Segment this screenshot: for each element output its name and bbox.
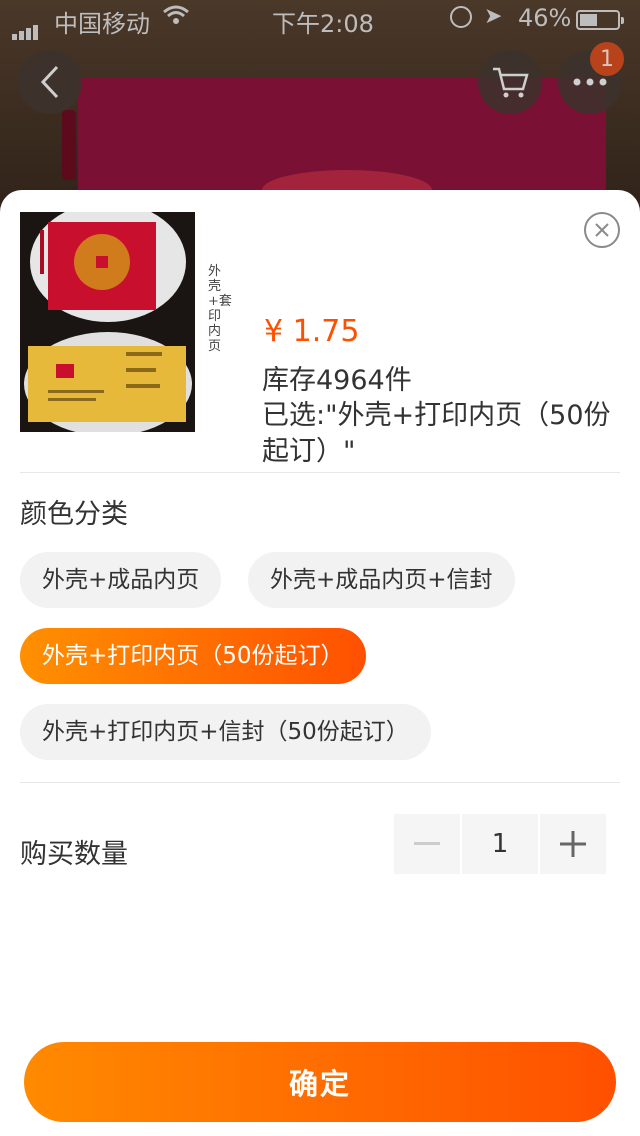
color-option-chip[interactable]: 外壳+打印内页+信封（50份起订） <box>20 704 431 760</box>
carrier-name: 中国移动 <box>54 10 150 38</box>
status-bar: 中国移动 下午2:08 ➤ 46% <box>0 0 640 40</box>
back-icon <box>40 65 59 99</box>
location-icon: ➤ <box>484 4 503 29</box>
selected-option-summary: 已选:"外壳+打印内页（50份起订）" <box>262 400 611 467</box>
battery-icon <box>576 10 624 30</box>
minus-icon <box>414 842 440 845</box>
product-photo-tassel <box>62 110 76 180</box>
plus-icon <box>560 831 586 857</box>
more-icon <box>573 78 607 86</box>
thumbnail-caption: 外壳+套印内页 <box>208 264 232 354</box>
quantity-label: 购买数量 <box>20 839 128 870</box>
cart-button[interactable] <box>478 50 542 114</box>
price: ¥ 1.75 <box>264 314 360 349</box>
quantity-value[interactable]: 1 <box>462 814 538 874</box>
cart-icon <box>493 67 529 98</box>
signal-icon <box>12 12 40 40</box>
close-button[interactable] <box>584 212 620 248</box>
color-section-title: 颜色分类 <box>20 499 128 530</box>
confirm-button[interactable]: 确定 <box>24 1042 616 1122</box>
notification-badge: 1 <box>590 42 624 76</box>
quantity-increase-button[interactable] <box>540 814 606 874</box>
back-button[interactable] <box>18 50 82 114</box>
product-thumbnail <box>20 212 195 432</box>
wifi-icon <box>162 4 190 32</box>
color-option-chip-selected[interactable]: 外壳+打印内页（50份起订） <box>20 628 366 684</box>
divider <box>20 782 620 783</box>
stock-count: 库存4964件 <box>262 365 412 396</box>
divider <box>20 472 620 473</box>
sku-selection-sheet: 外壳+套印内页 ¥ 1.75 库存4964件 已选:"外壳+打印内页（50份起订… <box>0 190 640 1136</box>
rotation-lock-icon <box>450 6 472 28</box>
color-option-chip[interactable]: 外壳+成品内页+信封 <box>248 552 515 608</box>
quantity-decrease-button[interactable] <box>394 814 460 874</box>
close-icon <box>595 223 609 237</box>
status-time: 下午2:08 <box>272 10 374 38</box>
color-option-chip[interactable]: 外壳+成品内页 <box>20 552 222 608</box>
battery-percentage: 46% <box>518 4 572 32</box>
